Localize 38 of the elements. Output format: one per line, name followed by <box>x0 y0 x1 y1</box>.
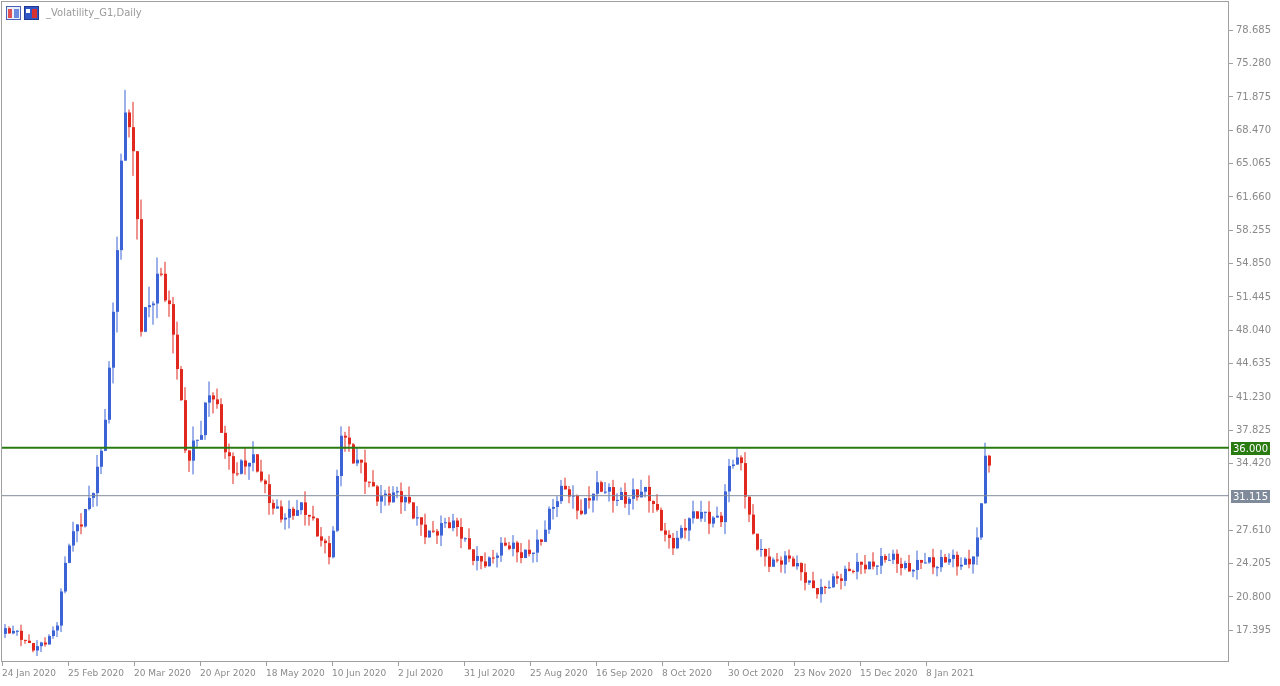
price-tick-label: 37.825 <box>1236 423 1271 437</box>
price-tick-label: 65.065 <box>1236 156 1271 171</box>
date-tick-label: 20 Apr 2020 <box>200 667 256 680</box>
price-label: 31.115 <box>1231 489 1270 503</box>
price-tick-label: 24.205 <box>1236 556 1271 571</box>
price-tick-label: 58.255 <box>1236 223 1271 237</box>
price-tick-label: 41.230 <box>1236 389 1271 404</box>
chart-title: _Volatility_G1,Daily <box>46 6 142 20</box>
date-tick-label: 10 Jun 2020 <box>332 667 387 680</box>
date-tick-label: 25 Aug 2020 <box>530 667 588 680</box>
date-tick-label: 25 Feb 2020 <box>68 667 124 680</box>
date-tick-label: 24 Jan 2020 <box>2 667 56 680</box>
price-tick-label: 78.685 <box>1236 23 1271 37</box>
date-tick-label: 20 Mar 2020 <box>134 667 192 680</box>
price-tick-label: 48.040 <box>1236 323 1271 337</box>
date-tick-label: 23 Nov 2020 <box>794 667 852 680</box>
price-tick-label: 44.635 <box>1236 356 1271 371</box>
date-tick-label: 8 Oct 2020 <box>662 667 712 680</box>
price-tick-label: 75.280 <box>1236 56 1271 71</box>
date-tick-label: 16 Sep 2020 <box>596 667 654 680</box>
price-tick-label: 68.470 <box>1236 123 1271 137</box>
chart-icon <box>24 5 39 20</box>
date-tick-label: 15 Dec 2020 <box>860 667 918 680</box>
price-tick-label: 20.800 <box>1236 589 1271 604</box>
date-tick-label: 30 Oct 2020 <box>728 667 784 680</box>
price-tick-label: 17.395 <box>1236 623 1271 637</box>
price-tick-label: 71.875 <box>1236 89 1271 104</box>
price-tick-label: 54.850 <box>1236 256 1271 271</box>
date-tick-label: 18 May 2020 <box>266 667 325 680</box>
price-tick-label: 34.420 <box>1236 456 1271 471</box>
date-tick-label: 31 Jul 2020 <box>464 667 515 680</box>
price-label: 36.000 <box>1231 441 1270 455</box>
price-tick-label: 61.660 <box>1236 189 1271 204</box>
price-tick-label: 51.445 <box>1236 289 1271 304</box>
date-tick-label: 8 Jan 2021 <box>926 667 975 680</box>
window-icon <box>6 5 21 20</box>
date-tick-label: 2 Jul 2020 <box>398 667 444 680</box>
price-tick-label: 27.610 <box>1236 523 1271 537</box>
